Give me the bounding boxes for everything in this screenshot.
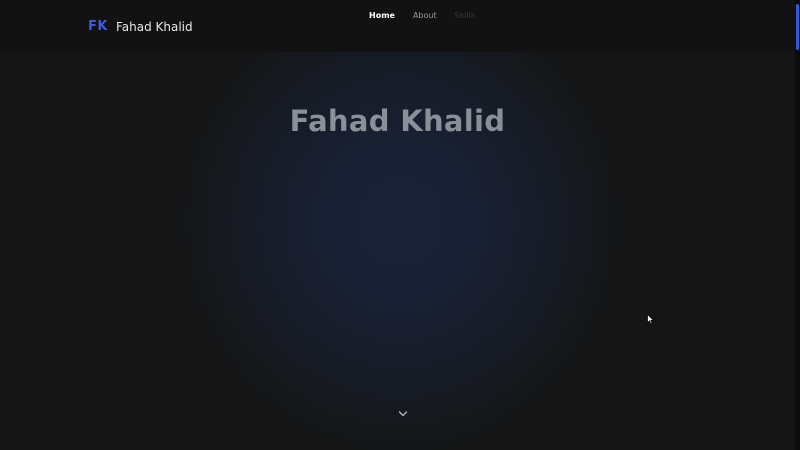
nav-home[interactable]: Home xyxy=(360,11,404,21)
main-nav: Home About Skills xyxy=(360,11,484,21)
logo-name: Fahad Khalid xyxy=(115,19,193,34)
scroll-down-arrow-icon[interactable] xyxy=(795,445,800,449)
mouse-cursor-icon xyxy=(647,310,655,329)
page-scrollbar[interactable] xyxy=(795,0,800,450)
nav-skills[interactable]: Skills xyxy=(446,11,485,21)
portfolio-page: FK Fahad Khalid Home About Skills Fahad … xyxy=(0,0,800,450)
chevron-down-icon[interactable] xyxy=(398,404,408,417)
scrollbar-thumb[interactable] xyxy=(796,4,799,50)
site-header: FK Fahad Khalid Home About Skills xyxy=(0,0,795,52)
nav-about[interactable]: About xyxy=(404,11,446,21)
logo-monogram: FK xyxy=(88,19,108,34)
hero-title: Fahad Khalid xyxy=(289,104,506,138)
site-logo[interactable]: FK Fahad Khalid xyxy=(88,19,193,34)
hero-section: Fahad Khalid xyxy=(0,52,795,450)
